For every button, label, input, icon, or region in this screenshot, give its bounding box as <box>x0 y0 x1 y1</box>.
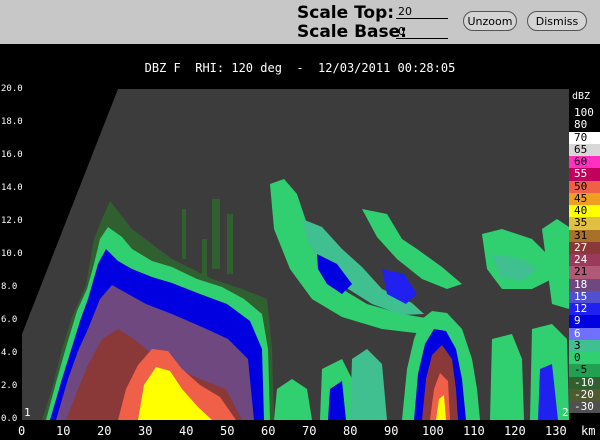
y-tick-label: 18.0 <box>1 117 23 127</box>
unzoom-button[interactable]: Unzoom <box>463 11 517 31</box>
x-tick-label: 10 <box>56 424 71 438</box>
scale-base-input[interactable] <box>396 24 448 39</box>
legend-entry: -30 <box>569 400 600 414</box>
x-tick-label: 70 <box>302 424 317 438</box>
y-tick-label: 8.0 <box>1 282 18 292</box>
x-tick-label: 110 <box>463 424 485 438</box>
y-tick-label: 14.0 <box>1 183 23 193</box>
x-tick-label: 90 <box>384 424 399 438</box>
scale-top-input[interactable] <box>396 4 448 19</box>
radar-echo-image <box>22 89 569 420</box>
plot-title: DBZ F RHI: 120 deg - 12/03/2011 00:28:05 <box>144 61 456 75</box>
legend-entry: 80 <box>569 118 600 132</box>
corner-label-right: 2 <box>562 406 569 419</box>
y-tick-label: 12.0 <box>1 216 23 226</box>
y-tick-label: 4.0 <box>1 348 18 358</box>
x-tick-label: 80 <box>343 424 358 438</box>
legend-entry: 6 <box>569 327 600 340</box>
x-tick-label: 130 <box>545 424 567 438</box>
corner-label-left: 1 <box>24 406 31 419</box>
x-axis-unit: km <box>581 424 596 438</box>
rhi-plot-area[interactable] <box>22 89 569 420</box>
legend-entry: 18 <box>569 278 600 291</box>
y-tick-label: 20.0 <box>1 84 23 94</box>
scale-top-label: Scale Top: <box>297 3 395 23</box>
x-tick-label: 100 <box>422 424 444 438</box>
legend-entry: 21 <box>569 265 600 279</box>
legend-entry: 70 <box>569 131 600 144</box>
scale-base-label: Scale Base: <box>297 22 407 42</box>
legend-entry: -5 <box>569 363 600 377</box>
x-tick-label: 30 <box>138 424 153 438</box>
control-bar: Scale Top: Scale Base: Unzoom Dismiss <box>0 0 600 44</box>
legend-entry: 9 <box>569 314 600 328</box>
color-scale-legend: 100 80 70 65 60 55 50 45 40 35 31 27 24 21 18 15 12 9 6 3 0-… <box>569 106 600 414</box>
legend-entry: 50 <box>569 180 600 193</box>
legend-entry: 31 <box>569 229 600 242</box>
y-tick-label: 6.0 <box>1 315 18 325</box>
x-tick-label: 50 <box>220 424 235 438</box>
x-tick-label: 0 <box>18 424 26 438</box>
x-tick-label: 120 <box>504 424 526 438</box>
x-tick-label: 60 <box>261 424 276 438</box>
legend-entry: 55 <box>569 167 600 181</box>
legend-entry: -10 <box>569 376 600 389</box>
y-tick-label: 16.0 <box>1 150 23 160</box>
legend-unit: dBZ <box>572 91 591 102</box>
x-tick-label: 20 <box>97 424 112 438</box>
y-tick-label: 10.0 <box>1 249 23 259</box>
legend-entry: 35 <box>569 216 600 230</box>
y-tick-label: 2.0 <box>1 381 18 391</box>
x-tick-label: 40 <box>179 424 194 438</box>
dismiss-button[interactable]: Dismiss <box>527 11 587 31</box>
y-tick-label: 0.0 <box>1 414 18 424</box>
